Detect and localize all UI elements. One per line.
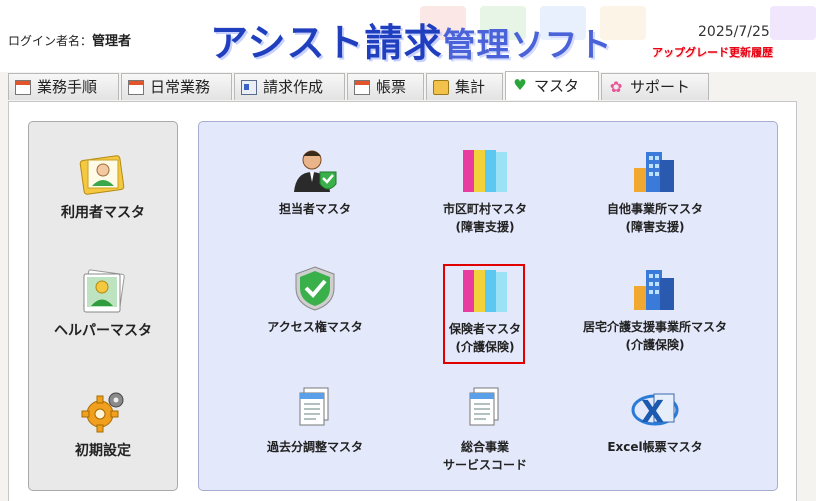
tab-label: 請求作成 <box>263 78 324 96</box>
calculator-icon <box>433 80 449 95</box>
login-label: ログイン者名： <box>8 34 93 48</box>
initial-settings-button[interactable]: 初期設定 <box>38 388 168 460</box>
upgrade-history-link[interactable]: アップグレード更新履歴 <box>652 44 773 60</box>
document-icon <box>128 80 144 95</box>
comprehensive-service-code-label: 総合事業 <box>460 440 509 454</box>
building-icon <box>630 264 680 312</box>
care-support-office-master-button[interactable]: 居宅介護支援事業所マスタ (介護保険) <box>580 264 730 354</box>
tab-label: マスタ <box>534 77 580 95</box>
comprehensive-service-code-sublabel: サービスコード <box>442 458 527 472</box>
municipality-master-button[interactable]: 市区町村マスタ (障害支援) <box>410 146 560 236</box>
login-user: 管理者 <box>92 34 132 49</box>
selection-highlight <box>443 264 525 364</box>
tab-totals[interactable]: 集計 <box>426 73 503 100</box>
card-icon <box>241 80 257 95</box>
tab-support[interactable]: ✿ サポート <box>601 73 709 100</box>
login-info: ログイン者名：管理者 <box>8 30 131 49</box>
user-master-button[interactable]: 利用者マスタ <box>38 150 168 222</box>
municipality-master-label: 市区町村マスタ <box>442 202 527 216</box>
staff-person-icon <box>290 146 340 194</box>
current-date: 2025/7/25 <box>698 24 770 40</box>
tab-billing[interactable]: 請求作成 <box>234 73 345 100</box>
municipality-master-sublabel: (障害支援) <box>455 220 515 234</box>
care-support-office-master-sublabel: (介護保険) <box>625 338 685 352</box>
past-adjustment-master-button[interactable]: 過去分調整マスタ <box>240 384 390 456</box>
comprehensive-service-code-button[interactable]: 総合事業 サービスコード <box>410 384 560 474</box>
background-decoration <box>770 6 816 40</box>
tab-daily-work[interactable]: 日常業務 <box>121 73 232 100</box>
app-title-sub: 管理ソフト <box>442 25 613 64</box>
tab-forms[interactable]: 帳票 <box>347 73 424 100</box>
excel-form-master-label: Excel帳票マスタ <box>607 440 703 454</box>
initial-settings-label: 初期設定 <box>75 443 131 459</box>
app-title-main: アシスト請求 <box>210 21 443 65</box>
header: ログイン者名：管理者 アシスト請求管理ソフト 2025/7/25 アップグレード… <box>0 0 816 72</box>
gear-icon <box>78 388 128 436</box>
tab-label: 帳票 <box>376 78 407 96</box>
tab-label: サポート <box>630 78 691 96</box>
office-master-button[interactable]: 自他事業所マスタ (障害支援) <box>580 146 730 236</box>
office-master-label: 自他事業所マスタ <box>606 202 703 216</box>
tab-workflow[interactable]: 業務手順 <box>8 73 119 100</box>
tab-label: 業務手順 <box>37 78 98 96</box>
documents-icon <box>290 384 340 432</box>
document-icon <box>354 80 370 95</box>
tab-label: 日常業務 <box>150 78 211 96</box>
helper-master-label: ヘルパーマスタ <box>54 323 152 339</box>
app-title: アシスト請求管理ソフト <box>210 12 612 67</box>
user-master-label: 利用者マスタ <box>61 205 145 221</box>
tab-label: 集計 <box>455 78 486 96</box>
document-icon <box>15 80 31 95</box>
documents-icon <box>460 384 510 432</box>
access-rights-master-button[interactable]: アクセス権マスタ <box>240 264 390 336</box>
excel-form-master-button[interactable]: X Excel帳票マスタ <box>580 384 730 456</box>
helper-master-button[interactable]: ヘルパーマスタ <box>38 268 168 340</box>
staff-master-label: 担当者マスタ <box>278 202 351 216</box>
past-adjustment-master-label: 過去分調整マスタ <box>266 440 363 454</box>
staff-master-button[interactable]: 担当者マスタ <box>240 146 390 218</box>
heart-icon: ♥ <box>513 76 527 94</box>
office-master-sublabel: (障害支援) <box>625 220 685 234</box>
care-support-office-master-label: 居宅介護支援事業所マスタ <box>582 320 727 334</box>
building-icon <box>630 146 680 194</box>
excel-icon: X <box>630 384 680 432</box>
shield-check-icon <box>290 264 340 312</box>
user-photo-icon <box>78 268 128 316</box>
access-rights-master-label: アクセス権マスタ <box>267 320 363 334</box>
user-folder-icon <box>78 150 128 198</box>
svg-text:X: X <box>641 395 664 430</box>
tab-master[interactable]: ♥ マスタ <box>505 71 599 100</box>
tab-bar: 業務手順 日常業務 請求作成 帳票 集計 ♥ マスタ ✿ サポート <box>8 71 816 101</box>
flower-icon: ✿ <box>609 78 623 96</box>
binders-icon <box>460 146 510 194</box>
